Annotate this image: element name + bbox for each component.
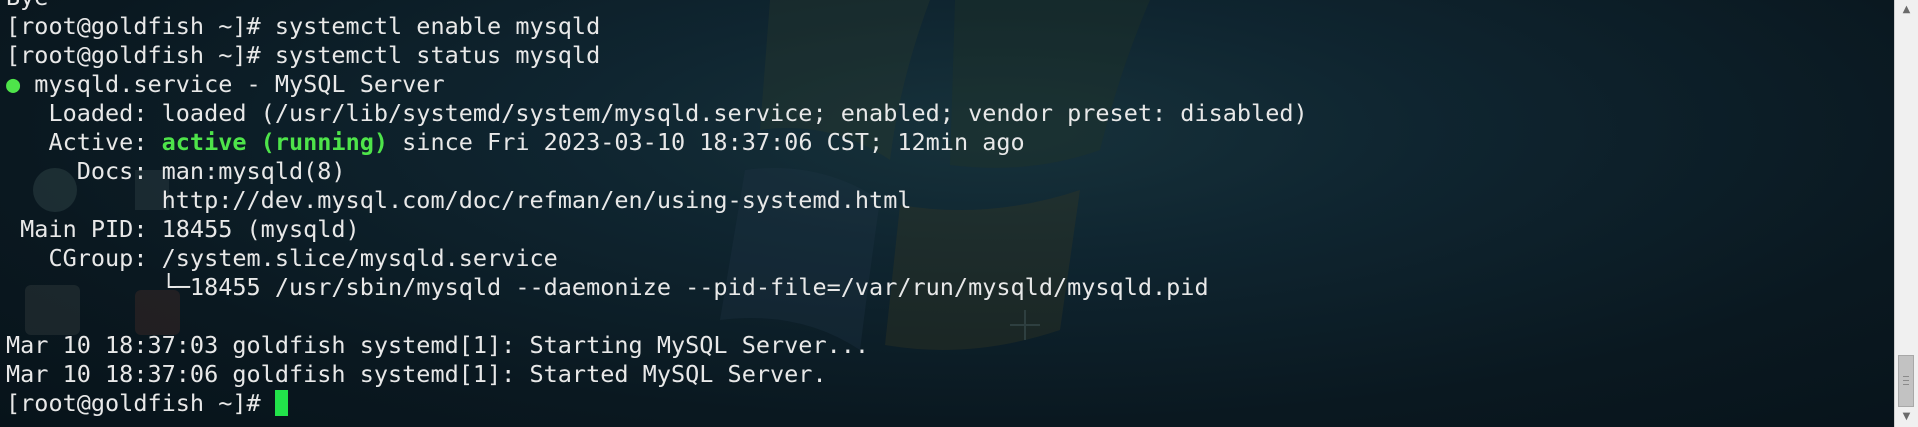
line-text: Main PID: 18455 (mysqld) <box>6 215 360 243</box>
terminal-line: Loaded: loaded (/usr/lib/systemd/system/… <box>6 99 1308 128</box>
terminal-line: [root@goldfish ~]# systemctl status mysq… <box>6 41 1308 70</box>
line-text: since Fri 2023-03-10 18:37:06 CST; 12min… <box>388 128 1025 156</box>
terminal-line: Bye <box>6 0 1308 12</box>
terminal-line: http://dev.mysql.com/doc/refman/en/using… <box>6 186 1308 215</box>
scroll-down-arrow-icon[interactable]: ▼ <box>1895 407 1918 427</box>
line-text: Loaded: loaded (/usr/lib/systemd/system/… <box>6 99 1308 127</box>
terminal-line: Mar 10 18:37:03 goldfish systemd[1]: Sta… <box>6 331 1308 360</box>
terminal-line: [root@goldfish ~]# systemctl enable mysq… <box>6 12 1308 41</box>
line-text: Bye <box>6 0 48 11</box>
scrollbar-thumb[interactable] <box>1898 355 1914 407</box>
terminal-line: Docs: man:mysqld(8) <box>6 157 1308 186</box>
terminal-line: ● mysqld.service - MySQL Server <box>6 70 1308 99</box>
line-text: Docs: man:mysqld(8) <box>6 157 346 185</box>
line-text: [root@goldfish ~]# systemctl status mysq… <box>6 41 601 69</box>
terminal-output: Bye[root@goldfish ~]# systemctl enable m… <box>6 0 1308 418</box>
status-bullet-icon: ● <box>6 70 21 98</box>
vertical-scrollbar[interactable]: ▲ ▼ <box>1894 0 1918 427</box>
active-status-text: active (running) <box>161 128 389 156</box>
terminal-line: Mar 10 18:37:06 goldfish systemd[1]: Sta… <box>6 360 1308 389</box>
line-text: Mar 10 18:37:06 goldfish systemd[1]: Sta… <box>6 360 827 388</box>
terminal-window[interactable]: Bye[root@goldfish ~]# systemctl enable m… <box>0 0 1918 427</box>
terminal-line: Active: active (running) since Fri 2023-… <box>6 128 1308 157</box>
shell-prompt: [root@goldfish ~]# <box>6 389 275 417</box>
prompt-line[interactable]: [root@goldfish ~]# <box>6 389 1308 418</box>
line-text: mysqld.service - MySQL Server <box>20 70 445 98</box>
scroll-up-arrow-icon[interactable]: ▲ <box>1895 0 1918 20</box>
line-text: CGroup: /system.slice/mysqld.service <box>6 244 558 272</box>
line-prefix: Active: <box>6 128 162 156</box>
line-text: http://dev.mysql.com/doc/refman/en/using… <box>6 186 912 214</box>
terminal-line: └─18455 /usr/sbin/mysqld --daemonize --p… <box>6 273 1308 302</box>
terminal-line: CGroup: /system.slice/mysqld.service <box>6 244 1308 273</box>
line-text: Mar 10 18:37:03 goldfish systemd[1]: Sta… <box>6 331 870 359</box>
text-cursor <box>274 390 288 416</box>
line-text: └─18455 /usr/sbin/mysqld --daemonize --p… <box>6 273 1209 301</box>
terminal-line: Main PID: 18455 (mysqld) <box>6 215 1308 244</box>
line-text: [root@goldfish ~]# systemctl enable mysq… <box>6 12 601 40</box>
